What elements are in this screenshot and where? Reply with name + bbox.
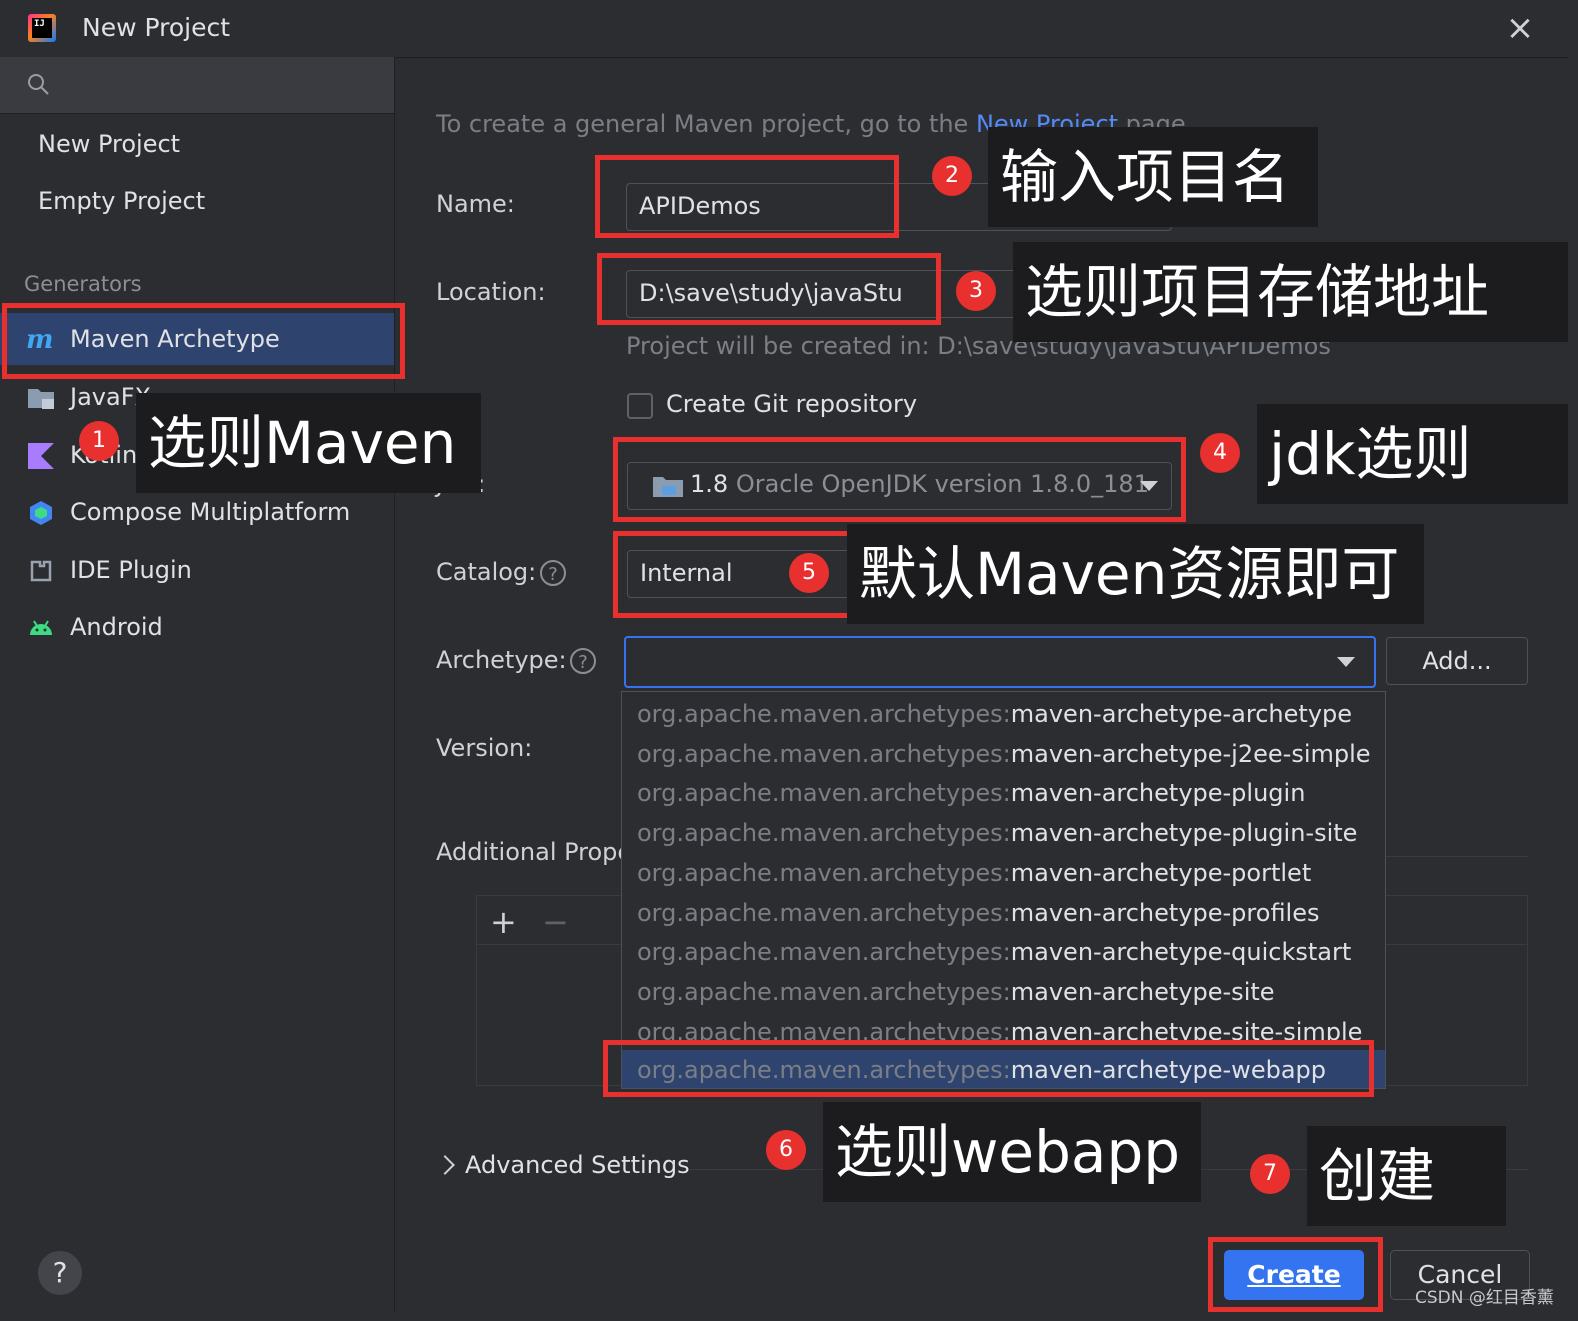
sidebar <box>0 57 395 1313</box>
archetype-option[interactable]: org.apache.maven.archetypes:maven-archet… <box>622 972 1385 1012</box>
remove-property-icon: − <box>542 903 569 941</box>
create-git-label: Create Git repository <box>666 390 918 418</box>
sidebar-item-empty-project[interactable]: Empty Project <box>0 175 394 227</box>
annotation-badge-3: 3 <box>956 271 996 311</box>
annotation-badge-5: 5 <box>789 553 829 593</box>
archetype-option[interactable]: org.apache.maven.archetypes:maven-archet… <box>622 813 1385 853</box>
annotation-callout-7: 创建 <box>1307 1126 1506 1226</box>
annotation-badge-2: 2 <box>932 156 972 196</box>
annotation-badge-4: 4 <box>1200 433 1240 473</box>
annotation-box-4 <box>613 437 1186 522</box>
archetype-option[interactable]: org.apache.maven.archetypes:maven-archet… <box>622 694 1385 734</box>
advanced-settings-toggle[interactable]: Advanced Settings <box>465 1151 690 1179</box>
annotation-callout-3: 选则项目存储地址 <box>1013 242 1568 342</box>
archetype-option[interactable]: org.apache.maven.archetypes:maven-archet… <box>622 853 1385 893</box>
watermark: CSDN @红目香薰 <box>1415 1288 1554 1308</box>
annotation-callout-5: 默认Maven资源即可 <box>847 524 1424 624</box>
chevron-down-icon <box>1337 657 1355 667</box>
location-label: Location: <box>436 278 546 306</box>
annotation-callout-4: jdk选则 <box>1257 404 1568 504</box>
archetype-option[interactable]: org.apache.maven.archetypes:maven-archet… <box>622 893 1385 933</box>
generators-section-label: Generators <box>24 272 142 296</box>
create-git-checkbox[interactable] <box>627 393 653 419</box>
annotation-box-3 <box>597 253 941 325</box>
search-icon <box>28 74 49 95</box>
archetype-option[interactable]: org.apache.maven.archetypes:maven-archet… <box>622 932 1385 972</box>
catalog-help-icon[interactable]: ? <box>540 560 566 586</box>
annotation-callout-2: 输入项目名 <box>988 127 1318 227</box>
annotation-badge-6: 6 <box>766 1130 806 1170</box>
add-property-icon[interactable]: + <box>490 903 517 941</box>
archetype-option[interactable]: org.apache.maven.archetypes:maven-archet… <box>622 773 1385 813</box>
sidebar-item-compose-multiplatform[interactable]: Compose Multiplatform <box>0 486 394 538</box>
divider <box>1386 856 1528 857</box>
version-label: Version: <box>436 734 533 762</box>
folder-icon <box>28 389 54 409</box>
annotation-box-6 <box>603 1040 1374 1097</box>
sidebar-item-label: Empty Project <box>38 187 206 215</box>
close-icon[interactable]: × <box>1500 8 1540 48</box>
catalog-label: Catalog: <box>436 558 537 586</box>
archetype-select[interactable] <box>624 636 1376 688</box>
kotlin-icon <box>28 443 54 469</box>
archetype-dropdown: org.apache.maven.archetypes:maven-archet… <box>621 691 1386 1089</box>
archetype-label: Archetype: <box>436 646 567 674</box>
additional-properties-label: Additional Properties <box>436 838 621 866</box>
sidebar-item-label: Compose Multiplatform <box>70 498 351 526</box>
sidebar-item-android[interactable]: Android <box>0 601 394 653</box>
annotation-box-1 <box>2 303 405 379</box>
sidebar-item-ide-plugin[interactable]: IDE Plugin <box>0 544 394 596</box>
archetype-option[interactable]: org.apache.maven.archetypes:maven-archet… <box>622 734 1385 774</box>
window-title: New Project <box>82 13 231 42</box>
title-bar <box>0 0 1568 58</box>
annotation-callout-6: 选则webapp <box>823 1102 1201 1202</box>
archetype-help-icon[interactable]: ? <box>570 648 596 674</box>
chevron-right-icon[interactable] <box>435 1155 455 1175</box>
add-archetype-button[interactable]: Add... <box>1386 637 1528 685</box>
annotation-callout-1: 选则Maven <box>136 393 481 493</box>
logo-text: IJ <box>32 18 52 38</box>
annotation-badge-7: 7 <box>1250 1154 1290 1194</box>
annotation-box-7 <box>1208 1237 1383 1312</box>
plugin-icon <box>30 560 52 582</box>
sidebar-item-new-project[interactable]: New Project <box>0 118 394 170</box>
help-button[interactable]: ? <box>38 1251 82 1295</box>
sidebar-item-label: IDE Plugin <box>70 556 192 584</box>
intellij-logo-icon: IJ <box>28 14 56 42</box>
sidebar-item-label: New Project <box>38 130 181 158</box>
annotation-badge-1: 1 <box>79 421 119 461</box>
android-icon <box>30 620 52 635</box>
annotation-box-2 <box>595 155 899 238</box>
name-label: Name: <box>436 190 515 218</box>
sidebar-item-label: Android <box>70 613 163 641</box>
compose-icon <box>30 501 52 525</box>
search-input[interactable] <box>0 57 394 114</box>
